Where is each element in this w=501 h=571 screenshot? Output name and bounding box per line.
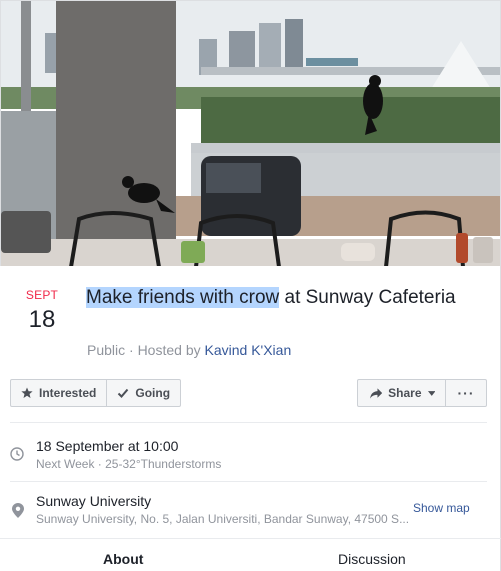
event-meta: Public · Hosted by Kavind K'Xian [87, 342, 291, 358]
divider [10, 481, 487, 482]
event-tabs: About Discussion [0, 538, 501, 571]
share-button[interactable]: Share [358, 380, 445, 406]
event-date: SEPT 18 [14, 288, 70, 334]
event-date-day: 18 [28, 306, 56, 333]
event-privacy: Public · Hosted by [87, 342, 205, 358]
rsvp-button-group: Interested Going [10, 379, 182, 407]
tab-discussion[interactable]: Discussion [338, 551, 406, 567]
checkmark-icon [118, 388, 129, 398]
event-time: 18 September at 10:00 [36, 438, 179, 454]
going-button[interactable]: Going [106, 380, 180, 406]
event-date-month: SEPT [25, 288, 59, 302]
interested-label: Interested [39, 386, 97, 400]
event-title: Make friends with crow at Sunway Cafeter… [86, 284, 486, 312]
divider [10, 422, 487, 423]
event-title-rest: at Sunway Cafeteria [279, 287, 456, 308]
event-cover-photo[interactable] [0, 0, 501, 266]
clock-icon [10, 447, 24, 461]
more-options-button[interactable]: ··· [445, 380, 486, 406]
event-time-row: 18 September at 10:00 Next Week · 25-32°… [10, 436, 490, 476]
show-map-link[interactable]: Show map [413, 501, 470, 515]
chevron-down-icon [427, 390, 435, 396]
star-icon [21, 387, 33, 398]
share-label: Share [388, 386, 422, 400]
going-label: Going [135, 386, 171, 400]
tab-about[interactable]: About [103, 551, 143, 567]
location-address: Sunway University, No. 5, Jalan Universi… [36, 512, 410, 526]
event-weather: Next Week · 25-32°Thunderstorms [36, 457, 222, 471]
location-pin-icon [12, 503, 24, 518]
event-host-link[interactable]: Kavind K'Xian [205, 342, 292, 358]
event-title-highlighted: Make friends with crow [86, 287, 280, 308]
share-button-group: Share ··· [357, 379, 487, 407]
share-arrow-icon [370, 387, 383, 399]
interested-button[interactable]: Interested [11, 380, 106, 406]
location-name: Sunway University [36, 493, 152, 509]
